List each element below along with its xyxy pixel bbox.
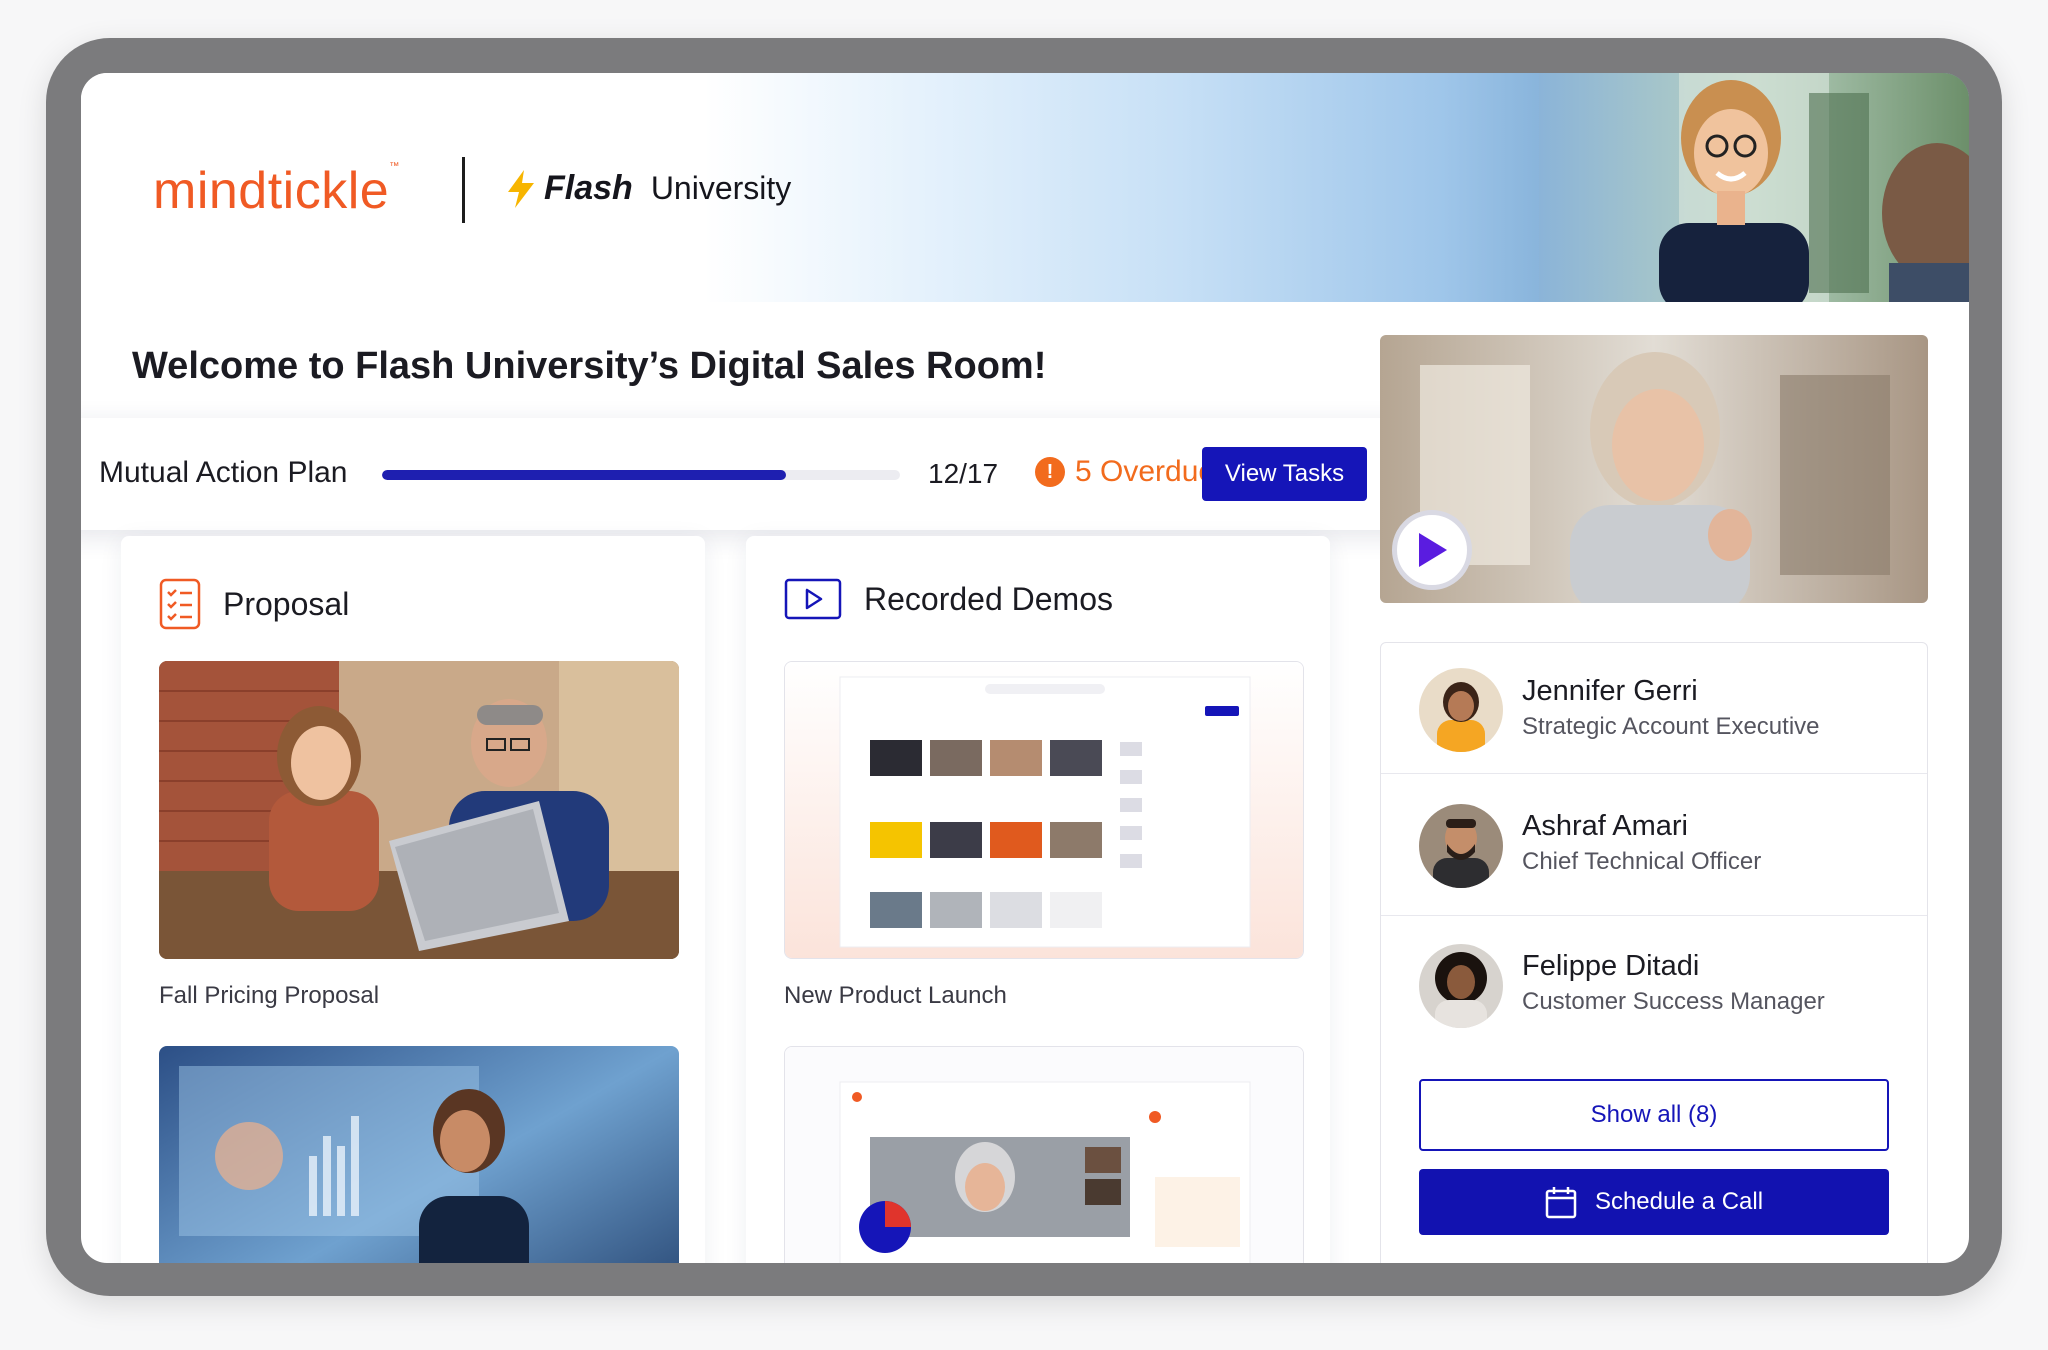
welcome-title: Welcome to Flash University’s Digital Sa… — [132, 345, 1047, 387]
action-plan-title: Mutual Action Plan — [99, 456, 348, 489]
mindtickle-logo: mindtickle™ — [153, 161, 400, 220]
calendar-icon — [1545, 1187, 1577, 1219]
view-tasks-button[interactable]: View Tasks — [1202, 447, 1367, 501]
schedule-call-button[interactable]: Schedule a Call — [1419, 1169, 1889, 1235]
office-meeting-image — [159, 661, 679, 959]
contact-role: Chief Technical Officer — [1522, 848, 1762, 875]
app-screenshot-image — [785, 662, 1303, 958]
proposal-title: Proposal — [223, 585, 350, 622]
action-plan-progress-bar — [382, 470, 900, 480]
play-icon — [1419, 533, 1447, 567]
bolt-icon — [508, 169, 534, 208]
contact-card[interactable]: Jennifer Gerri Strategic Account Executi… — [1381, 643, 1927, 773]
avatar — [1419, 668, 1503, 752]
action-plan-progress-fill — [382, 470, 787, 480]
recorded-demos-section: Recorded Demos New Product Launch — [746, 536, 1330, 1263]
checklist-icon — [159, 578, 201, 630]
overdue-label: 5 Overdue — [1075, 455, 1216, 488]
banner-photo — [1539, 73, 1969, 302]
contact-card[interactable]: Felippe Ditadi Customer Success Manager — [1381, 915, 1927, 1045]
alert-icon: ! — [1035, 457, 1065, 487]
flash-university-logo: Flash University — [506, 169, 791, 208]
intro-video[interactable] — [1380, 335, 1928, 603]
presentation-image — [159, 1046, 679, 1263]
recorded-demos-header: Recorded Demos — [784, 578, 1113, 620]
proposal-caption: Fall Pricing Proposal — [159, 982, 380, 1009]
avatar — [1419, 804, 1503, 888]
play-box-icon — [784, 578, 842, 620]
demo-caption: New Product Launch — [784, 982, 1007, 1009]
proposal-thumbnail[interactable] — [159, 661, 679, 959]
contact-name: Jennifer Gerri — [1522, 675, 1698, 707]
proposal-header: Proposal — [159, 578, 349, 630]
proposal-thumbnail-2[interactable] — [159, 1046, 679, 1263]
contact-name: Ashraf Amari — [1522, 810, 1688, 842]
logo-divider — [462, 157, 465, 223]
contacts-panel: Jennifer Gerri Strategic Account Executi… — [1380, 642, 1928, 1263]
show-all-button[interactable]: Show all (8) — [1419, 1079, 1889, 1151]
schedule-call-label: Schedule a Call — [1594, 1188, 1764, 1215]
play-button[interactable] — [1392, 510, 1472, 590]
header-banner: mindtickle™ Flash University — [81, 73, 1969, 302]
action-plan-count: 12/17 — [928, 458, 999, 489]
contact-name: Felippe Ditadi — [1522, 950, 1700, 982]
overdue-indicator[interactable]: ! 5 Overdue — [1035, 455, 1215, 489]
demo-thumbnail[interactable] — [784, 661, 1304, 959]
avatar — [1419, 944, 1503, 1028]
proposal-section: Proposal Fall Pricing Proposal — [121, 536, 705, 1263]
demo-thumbnail-2[interactable] — [784, 1046, 1304, 1263]
flash-wordmark: Flash — [544, 169, 633, 207]
contact-role: Strategic Account Executive — [1522, 713, 1820, 740]
university-wordmark: University — [650, 170, 792, 206]
recorded-demos-title: Recorded Demos — [864, 580, 1113, 617]
contact-card[interactable]: Ashraf Amari Chief Technical Officer — [1381, 773, 1927, 915]
mutual-action-plan-card: Mutual Action Plan 12/17 ! 5 Overdue Vie… — [81, 418, 1422, 530]
contact-role: Customer Success Manager — [1522, 988, 1825, 1015]
video-call-screenshot-image — [785, 1047, 1303, 1263]
digital-sales-room: mindtickle™ Flash University Welcome to … — [81, 73, 1969, 1263]
